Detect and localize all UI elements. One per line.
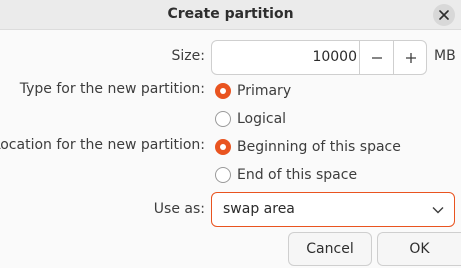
location-label: Location for the new partition: (0, 137, 205, 153)
radio-beginning[interactable]: Beginning of this space (215, 136, 401, 158)
close-icon (439, 10, 449, 20)
plus-icon (405, 52, 416, 63)
radio-end-indicator[interactable] (215, 167, 231, 183)
use-as-label: Use as: (153, 201, 205, 217)
ok-button[interactable]: OK (377, 232, 461, 266)
size-unit: MB (434, 48, 456, 64)
cancel-button[interactable]: Cancel (288, 232, 372, 266)
radio-primary[interactable]: Primary (215, 80, 291, 102)
radio-beginning-label: Beginning of this space (237, 139, 401, 155)
close-button[interactable] (433, 4, 455, 26)
radio-end[interactable]: End of this space (215, 164, 357, 186)
type-label: Type for the new partition: (19, 81, 205, 97)
size-label: Size: (171, 48, 205, 64)
radio-beginning-indicator[interactable] (215, 139, 231, 155)
radio-primary-indicator[interactable] (215, 83, 231, 99)
size-input[interactable]: 10000 (212, 41, 357, 74)
minus-icon (371, 56, 382, 59)
title-bar: Create partition (0, 0, 461, 30)
radio-primary-label: Primary (237, 83, 292, 99)
radio-logical-label: Logical (237, 111, 287, 127)
radio-end-label: End of this space (237, 167, 358, 183)
window-title: Create partition (167, 6, 294, 22)
radio-logical-indicator[interactable] (215, 111, 231, 127)
radio-logical[interactable]: Logical (215, 108, 286, 130)
use-as-value: swap area (223, 201, 295, 217)
size-spinbox: 10000 (211, 40, 427, 75)
use-as-dropdown[interactable]: swap area (211, 192, 455, 227)
ok-button-label: OK (409, 241, 430, 257)
size-decrement-button[interactable] (359, 41, 393, 74)
cancel-button-label: Cancel (306, 241, 354, 257)
size-increment-button[interactable] (393, 41, 426, 74)
chevron-down-icon (432, 207, 444, 214)
